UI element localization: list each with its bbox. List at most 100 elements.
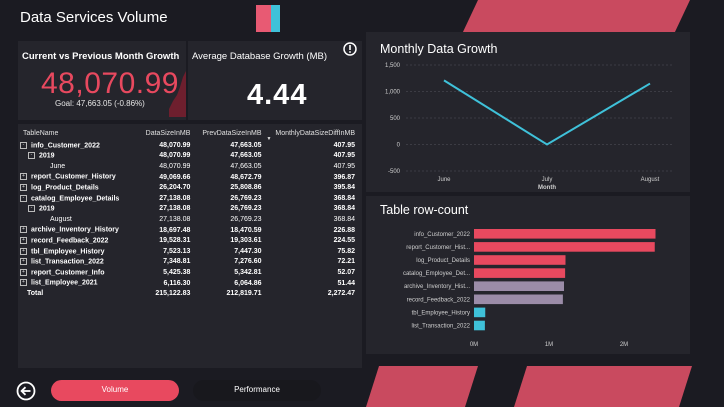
cell-datasize: 18,697.48 — [159, 226, 191, 234]
kpi-growth-title: Current vs Previous Month Growth — [22, 51, 180, 62]
back-arrow-icon[interactable] — [16, 381, 36, 401]
cell-datasize: 19,528.31 — [159, 237, 191, 245]
table-row[interactable]: - info_Customer_2022 48,070.99 47,663.05 407… — [20, 140, 358, 151]
expand-icon[interactable]: + — [20, 173, 27, 181]
table-row[interactable]: -2019 48,070.99 47,663.05 407.95 — [20, 151, 358, 162]
cell-monthlydiff: 407.95 — [333, 141, 355, 149]
cell-monthlydiff: 396.87 — [333, 173, 355, 181]
data-matrix: TableName DataSizeInMB PrevDataSizeInMB … — [20, 126, 358, 299]
x-tick-label: June — [437, 177, 451, 183]
table-row[interactable]: + archive_Inventory_History 18,697.48 18,47… — [20, 225, 358, 236]
bar — [474, 320, 485, 331]
row-name: 2019 — [39, 152, 55, 160]
line-chart-panel: Monthly Data Growth 1,500 1,000 500 0 -500 Ju… — [366, 32, 690, 192]
cell-monthlydiff: 2,272.47 — [327, 290, 355, 298]
cell-prevdatasize: 47,663.05 — [230, 141, 262, 149]
cell-datasize: 48,070.99 — [159, 141, 191, 149]
cell-prevdatasize: 25,808.86 — [230, 184, 262, 192]
x-tick-label: 2M — [620, 342, 628, 348]
cell-datasize: 215,122.83 — [155, 290, 191, 298]
row-name: August — [50, 215, 72, 223]
cell-prevdatasize: 26,769.23 — [230, 215, 262, 223]
bar — [474, 307, 486, 318]
decor-bottom-shape-right — [514, 366, 692, 407]
header-tablename[interactable]: TableName — [20, 126, 138, 140]
info-icon[interactable] — [342, 41, 358, 57]
y-tick-label: 0 — [397, 143, 401, 149]
expand-icon[interactable]: + — [20, 247, 27, 255]
cell-monthlydiff: 51.44 — [337, 279, 355, 287]
row-label: - info_Customer_2022 — [20, 140, 138, 151]
cell-monthlydiff: 52.07 — [337, 268, 355, 276]
cell-datasize: 49,069.66 — [159, 173, 191, 181]
x-tick-label: August — [641, 177, 660, 183]
kpi-growth-card[interactable]: Current vs Previous Month Growth 48,070.… — [18, 41, 186, 120]
row-label: + archive_Inventory_History — [20, 225, 138, 236]
table-row[interactable]: + log_Product_Details 26,204.70 25,808.86 39… — [20, 182, 358, 193]
table-row[interactable]: + report_Customer_Info 5,425.38 5,342.81 52.… — [20, 267, 358, 278]
table-row[interactable]: + list_Transaction_2022 7,348.81 7,276.60 72… — [20, 257, 358, 268]
expand-icon[interactable]: + — [20, 258, 27, 266]
kpi-growth-value: 48,070.99 — [41, 67, 179, 100]
header-monthlydiff[interactable]: MonthlyDataSizeDiffInMB ▼ — [265, 126, 359, 143]
bar-category-label: archive_Inventory_Hist... — [404, 284, 470, 290]
decor-top-shape — [462, 0, 690, 34]
collapse-icon[interactable]: - — [20, 141, 27, 149]
row-label: + list_Employee_2021 — [20, 278, 138, 289]
expand-icon[interactable]: + — [20, 226, 27, 234]
collapse-icon[interactable]: - — [20, 194, 27, 202]
expand-icon[interactable]: + — [20, 236, 27, 244]
bar-chart-panel: Table row-count info_Customer_2022 report… — [366, 196, 690, 354]
header-datasize[interactable]: DataSizeInMB — [138, 126, 193, 140]
collapse-icon[interactable]: - — [28, 205, 35, 213]
cell-monthlydiff: 407.95 — [333, 162, 355, 170]
expand-icon[interactable]: + — [20, 279, 27, 287]
row-label: June — [20, 161, 138, 172]
volume-button[interactable]: Volume — [51, 380, 179, 401]
cell-prevdatasize: 19,303.61 — [230, 237, 262, 245]
row-label: + list_Transaction_2022 — [20, 257, 138, 268]
row-name: log_Product_Details — [31, 184, 99, 192]
kpi-growth-sparkline — [169, 71, 186, 117]
row-name: tbl_Employee_History — [31, 247, 105, 255]
row-label: -2019 — [20, 151, 138, 162]
row-name: list_Transaction_2022 — [31, 258, 104, 266]
row-name: record_Feedback_2022 — [31, 237, 109, 245]
collapse-icon[interactable]: - — [28, 152, 35, 160]
table-row[interactable]: + report_Customer_History 49,069.66 48,672.… — [20, 172, 358, 183]
kpi-avg-title: Average Database Growth (MB) — [192, 51, 327, 62]
bar-category-label: report_Customer_Hist... — [406, 245, 470, 251]
cell-datasize: 48,070.99 — [159, 162, 191, 170]
table-row[interactable]: + tbl_Employee_History 7,523.13 7,447.30 75.… — [20, 246, 358, 257]
table-row[interactable]: -2019 27,138.08 26,769.23 368.84 — [20, 204, 358, 215]
line-chart[interactable]: 1,500 1,000 500 0 -500 June July August Month — [366, 32, 690, 192]
table-row[interactable]: August 27,138.08 26,769.23 368.84 — [20, 214, 358, 225]
bar-chart[interactable]: info_Customer_2022 report_Customer_Hist..… — [366, 196, 690, 354]
table-row[interactable]: - catalog_Employee_Details 27,138.08 26,769… — [20, 193, 358, 204]
row-label: August — [20, 214, 138, 225]
row-name: list_Employee_2021 — [31, 279, 98, 287]
row-label: - catalog_Employee_Details — [20, 193, 138, 204]
table-row[interactable]: June 48,070.99 47,663.05 407.95 — [20, 161, 358, 172]
performance-button[interactable]: Performance — [193, 380, 321, 401]
cell-prevdatasize: 7,447.30 — [234, 247, 262, 255]
cell-datasize: 6,116.30 — [163, 279, 191, 287]
expand-icon[interactable]: + — [20, 268, 27, 276]
decor-bottom-shape-left — [366, 366, 478, 407]
cell-datasize: 7,348.81 — [163, 258, 191, 266]
bar-category-label: list_Transaction_2022 — [412, 324, 471, 330]
row-label: + log_Product_Details — [20, 182, 138, 193]
bar-category-label: record_Feedback_2022 — [407, 297, 471, 303]
table-row[interactable]: + list_Employee_2021 6,116.30 6,064.86 51.44 — [20, 278, 358, 289]
kpi-avg-card[interactable]: Average Database Growth (MB) 4.44 — [188, 41, 362, 120]
header-prevdatasize[interactable]: PrevDataSizeInMB — [193, 126, 264, 140]
cell-monthlydiff: 407.95 — [333, 152, 355, 160]
table-row[interactable]: + record_Feedback_2022 19,528.31 19,303.61 2… — [20, 235, 358, 246]
expand-icon[interactable]: + — [20, 184, 27, 191]
cell-prevdatasize: 26,769.23 — [230, 205, 262, 213]
matrix-total-row[interactable]: Total 215,122.83 212,819.71 2,272.47 — [20, 288, 358, 299]
cell-monthlydiff: 224.55 — [333, 237, 355, 245]
x-tick-label: 1M — [545, 342, 553, 348]
bar — [474, 242, 655, 252]
row-label: + record_Feedback_2022 — [20, 235, 138, 246]
